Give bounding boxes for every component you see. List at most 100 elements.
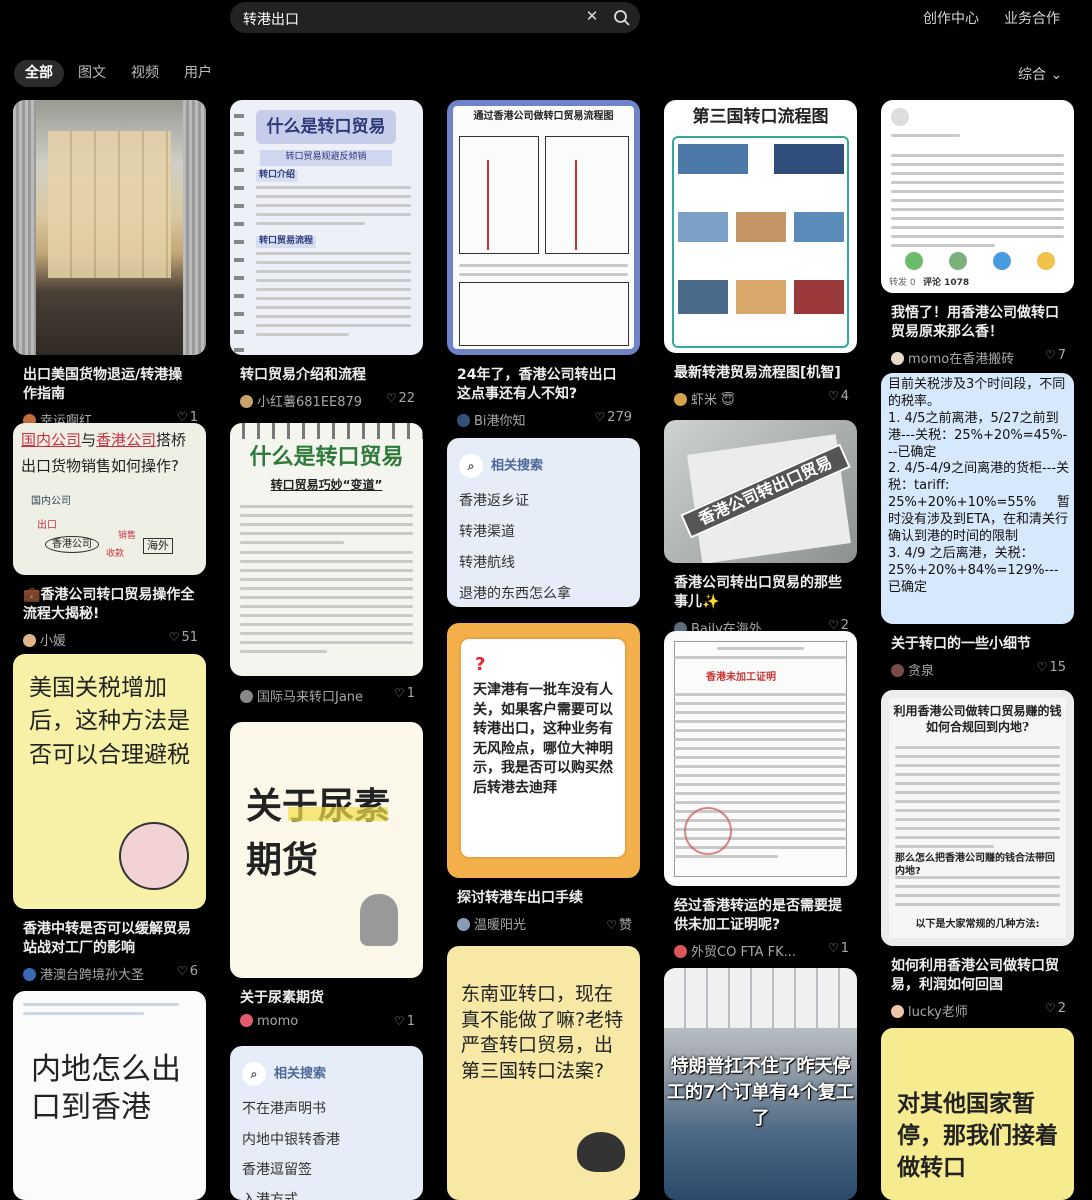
note-title[interactable]: 关于尿素期货 (230, 989, 423, 1008)
top-bar: 转港出口 ✕ 创作中心 业务合作 (0, 0, 1092, 40)
avatar[interactable] (674, 945, 687, 958)
like-button[interactable]: ♡ 6 (177, 964, 198, 979)
note-title[interactable]: 出口美国货物退运/转港操作指南 (13, 366, 206, 404)
heart-icon: ♡ (594, 410, 606, 424)
heart-icon: ♡ (606, 918, 617, 932)
avatar[interactable] (240, 1014, 253, 1027)
related-search-item[interactable]: 退港的东西怎么拿 (459, 583, 571, 603)
share-icon (1037, 252, 1055, 270)
note-card[interactable]: 东南亚转口，现在真不能做了嘛?老特严查转口贸易，出第三国转口法案? (447, 946, 640, 1200)
like-button[interactable]: ♡ 4 (828, 389, 849, 404)
author-name[interactable]: 国际马来转口Jane (257, 690, 363, 705)
author-name[interactable]: Bi港你知 (474, 414, 526, 429)
tab-notes[interactable]: 图文 (67, 60, 117, 87)
note-title[interactable]: 关于转口的一些小细节 (881, 635, 1074, 654)
note-card[interactable]: 关于尿素期货 关于尿素期货 momo ♡1 (230, 722, 423, 1032)
related-search-item[interactable]: 香港返乡证 (459, 490, 529, 510)
like-button[interactable]: ♡ 1 (394, 1014, 415, 1029)
tab-all[interactable]: 全部 (14, 60, 64, 87)
note-cover: 香港未加工证明 (664, 631, 857, 886)
note-cover: 内地怎么出口到香港 (13, 991, 206, 1200)
share-icon (993, 252, 1011, 270)
like-button[interactable]: ♡ 7 (1045, 348, 1066, 363)
briefcase-icon: 💼 (23, 587, 41, 603)
related-search-item[interactable]: 香港逗留签 (242, 1159, 312, 1179)
like-button[interactable]: ♡ 51 (169, 630, 198, 645)
note-card[interactable]: 香港未加工证明 经过香港转运的是否需要提供未加工证明呢? 外贸CO FTA FK… (664, 631, 857, 960)
related-search-panel: ⌕ 相关搜索 香港返乡证 转港渠道 转港航线 退港的东西怎么拿 (447, 438, 640, 607)
author-name[interactable]: 小红薯681EE879 (257, 395, 362, 410)
note-title[interactable]: 香港公司转出口贸易的那些事儿 (674, 575, 842, 610)
tab-video[interactable]: 视频 (120, 60, 170, 87)
note-cover: 转发 0 评论 1078 (881, 100, 1074, 293)
sort-dropdown[interactable]: 综合 ⌄ (1018, 64, 1062, 84)
note-card[interactable]: 转发 0 评论 1078 我悟了！用香港公司做转口贸易原来那么香！ momo在香… (881, 100, 1074, 367)
author-name[interactable]: 小媛 (40, 634, 66, 649)
avatar[interactable] (457, 918, 470, 931)
note-card[interactable]: 特朗普扛不住了昨天停工的7个订单有4个复工了 (664, 968, 857, 1200)
tab-users[interactable]: 用户 (173, 60, 223, 87)
author-name[interactable]: lucky老师 (908, 1005, 968, 1020)
note-card[interactable]: 香港公司转出口贸易 香港公司转出口贸易的那些事儿✨ Baily在海外 ♡ 2 (664, 420, 857, 637)
like-button[interactable]: ♡ 22 (386, 391, 415, 406)
like-button[interactable]: ♡ 1 (828, 941, 849, 956)
search-box[interactable]: 转港出口 ✕ (230, 2, 640, 33)
avatar[interactable] (891, 664, 904, 677)
clear-icon[interactable]: ✕ (582, 7, 602, 25)
related-search-item[interactable]: 不在港声明书 (242, 1098, 326, 1118)
author-name[interactable]: 外贸CO FTA FK... (691, 945, 796, 960)
author-name[interactable]: 贪泉 (908, 664, 934, 679)
related-search-item[interactable]: 转港航线 (459, 552, 515, 572)
note-card[interactable]: 国内公司与香港公司搭桥 出口货物销售如何操作? 国内公司 出口 香港公司 销售 … (13, 423, 206, 649)
avatar[interactable] (457, 414, 470, 427)
author-name[interactable]: momo在香港搬砖 (908, 352, 1014, 367)
avatar[interactable] (23, 968, 36, 981)
search-icon[interactable] (613, 9, 631, 27)
avatar[interactable] (891, 1005, 904, 1018)
heart-icon: ♡ (1044, 1001, 1056, 1015)
like-button[interactable]: ♡ 15 (1037, 660, 1066, 675)
related-search-item[interactable]: 转港渠道 (459, 521, 515, 541)
note-card[interactable]: 美国关税增加后，这种方法是否可以合理避税 香港中转是否可以缓解贸易站战对工厂的影… (13, 654, 206, 983)
note-cover: ? 天津港有一批车没有人关，如果客户需要可以转港出口，这种业务有无风险点，哪位大… (447, 623, 640, 878)
note-card[interactable]: 什么是转口贸易 转口贸易巧妙“变道” 国际马来转口Jane ♡ 1 (230, 423, 423, 705)
avatar[interactable] (891, 352, 904, 365)
author-name[interactable]: 虾米 (691, 393, 717, 408)
author-name[interactable]: 港澳台跨境孙大圣 (40, 968, 144, 983)
note-title[interactable]: 转口贸易介绍和流程 (230, 366, 423, 385)
chevron-down-icon: ⌄ (1050, 67, 1063, 83)
note-card[interactable]: 什么是转口贸易 转口贸易规避反倾销 转口介绍 转口贸易流程 转口贸易介绍和流程 … (230, 100, 423, 410)
note-card[interactable]: 利用香港公司做转口贸易赚的钱如何合规回到内地? 那么怎么把香港公司赚的钱合法带回… (881, 690, 1074, 1020)
share-icon (905, 252, 923, 270)
note-title[interactable]: 探讨转港车出口手续 (447, 889, 640, 908)
author-name[interactable]: 温暖阳光 (474, 918, 526, 933)
note-title[interactable]: 香港公司转口贸易操作全流程大揭秘! (23, 587, 194, 622)
avatar[interactable] (674, 393, 687, 406)
note-title[interactable]: 经过香港转运的是否需要提供未加工证明呢? (664, 897, 857, 935)
note-card[interactable]: ? 天津港有一批车没有人关，如果客户需要可以转港出口，这种业务有无风险点，哪位大… (447, 623, 640, 933)
like-button[interactable]: ♡ 279 (594, 410, 632, 425)
business-link[interactable]: 业务合作 (1004, 8, 1060, 28)
avatar[interactable] (240, 395, 253, 408)
avatar[interactable] (23, 634, 36, 647)
related-search-item[interactable]: 内地中银转香港 (242, 1129, 340, 1149)
like-button[interactable]: ♡ 1 (394, 686, 415, 701)
note-title[interactable]: 如何利用香港公司做转口贸易，利润如何回国 (881, 957, 1074, 995)
note-title[interactable]: 最新转港贸易流程图[机智] (664, 364, 857, 383)
avatar[interactable] (240, 690, 253, 703)
note-card[interactable]: 对其他国家暂停，那我们接着做转口 (881, 1028, 1074, 1200)
note-title[interactable]: 我悟了！用香港公司做转口贸易原来那么香！ (881, 304, 1074, 342)
note-title[interactable]: 24年了，香港公司转出口这点事还有人不知? (447, 366, 640, 404)
note-card[interactable]: 内地怎么出口到香港 (13, 991, 206, 1200)
note-card[interactable]: 第三国转口流程图 最新转港贸易流程图[机智] 虾米 😇 ♡ 4 (664, 100, 857, 408)
related-search-item[interactable]: 入港方式 (242, 1189, 298, 1200)
author-name[interactable]: momo (257, 1014, 298, 1029)
like-button[interactable]: ♡ 2 (1045, 1001, 1066, 1016)
note-card[interactable]: 出口美国货物退运/转港操作指南 幸运啊红 ♡ 1 (13, 100, 206, 429)
note-title[interactable]: 香港中转是否可以缓解贸易站战对工厂的影响 (13, 920, 206, 958)
like-button[interactable]: ♡ 赞 (606, 914, 632, 933)
creator-center-link[interactable]: 创作中心 (923, 8, 979, 28)
note-card[interactable]: 通过香港公司做转口贸易流程图 24年了，香港公司转出口这点事还有人不知? Bi港… (447, 100, 640, 429)
note-card[interactable]: 目前关税涉及3个时间段，不同的税率。 1. 4/5之前离港，5/27之前到港--… (881, 373, 1074, 679)
search-input[interactable]: 转港出口 (243, 9, 299, 29)
